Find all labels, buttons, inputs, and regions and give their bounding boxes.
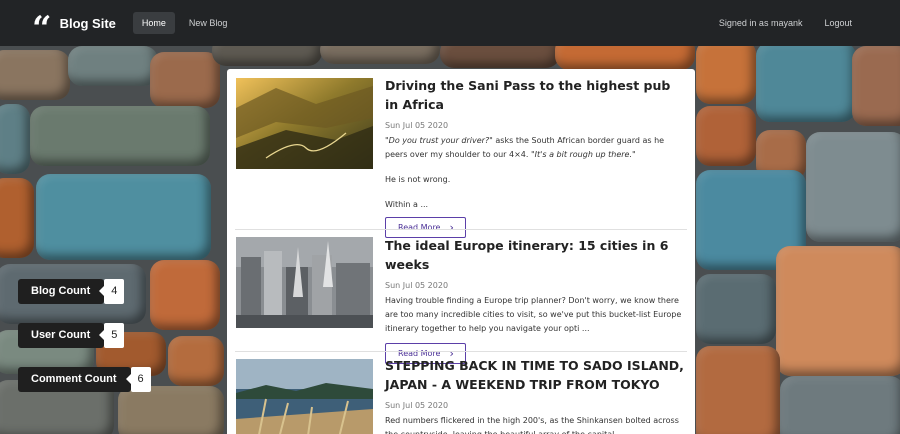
post-content: Driving the Sani Pass to the highest pub… — [385, 76, 685, 238]
post-excerpt: Red numbers flickered in the high 200's,… — [385, 416, 679, 434]
nav-new-blog-link[interactable]: New Blog — [183, 18, 234, 28]
post-title[interactable]: Driving the Sani Pass to the highest pub… — [385, 76, 685, 114]
top-navbar: “ Blog Site Home New Blog Signed in as m… — [0, 0, 900, 46]
blog-count-badge: Blog Count 4 — [18, 279, 125, 304]
post-title[interactable]: STEPPING BACK IN TIME TO SADO ISLAND, JA… — [385, 356, 685, 394]
nav-user-area: Signed in as mayank Logout — [719, 18, 852, 28]
excerpt-quote: "Do you trust your driver?" — [385, 136, 493, 145]
post-date: Sun Jul 05 2020 — [385, 401, 449, 410]
read-more-button[interactable]: Read More › — [385, 217, 466, 238]
blog-count-label: Blog Count — [18, 279, 105, 304]
post-thumbnail[interactable] — [236, 359, 373, 434]
brand-name: Blog Site — [59, 15, 116, 31]
comment-count-label: Comment Count — [18, 367, 131, 392]
user-count-value: 5 — [99, 323, 125, 348]
post-content: STEPPING BACK IN TIME TO SADO ISLAND, JA… — [385, 356, 685, 434]
divider — [235, 229, 687, 230]
quote-icon: “ — [32, 9, 52, 49]
comment-count-value: 6 — [125, 367, 151, 392]
post-thumbnail[interactable] — [236, 78, 373, 169]
user-count-label: User Count — [18, 323, 105, 348]
post-excerpt-line: Within a ... — [385, 200, 429, 209]
divider — [235, 351, 687, 352]
post-excerpt-line: He is not wrong. — [385, 175, 451, 184]
post-title[interactable]: The ideal Europe itinerary: 15 cities in… — [385, 236, 685, 274]
blog-count-value: 4 — [99, 279, 125, 304]
logout-link[interactable]: Logout — [824, 18, 852, 28]
read-more-label: Read More — [398, 223, 441, 232]
nav-home-link[interactable]: Home — [132, 12, 175, 34]
brand-link[interactable]: “ Blog Site — [32, 12, 116, 46]
excerpt-quote: "It's a bit rough up there." — [530, 150, 636, 159]
post-date: Sun Jul 05 2020 — [385, 281, 449, 290]
post-excerpt: "Do you trust your driver?" asks the Sou… — [385, 134, 685, 162]
chevron-right-icon: › — [449, 220, 454, 234]
signed-in-text: Signed in as mayank — [718, 18, 803, 28]
post-excerpt: Having trouble finding a Europe trip pla… — [385, 296, 682, 333]
comment-count-badge: Comment Count 6 — [18, 367, 151, 392]
user-count-badge: User Count 5 — [18, 323, 125, 348]
post-date: Sun Jul 05 2020 — [385, 121, 449, 130]
post-thumbnail[interactable] — [236, 237, 373, 328]
blog-list: Driving the Sani Pass to the highest pub… — [227, 69, 695, 434]
post-content: The ideal Europe itinerary: 15 cities in… — [385, 236, 685, 364]
